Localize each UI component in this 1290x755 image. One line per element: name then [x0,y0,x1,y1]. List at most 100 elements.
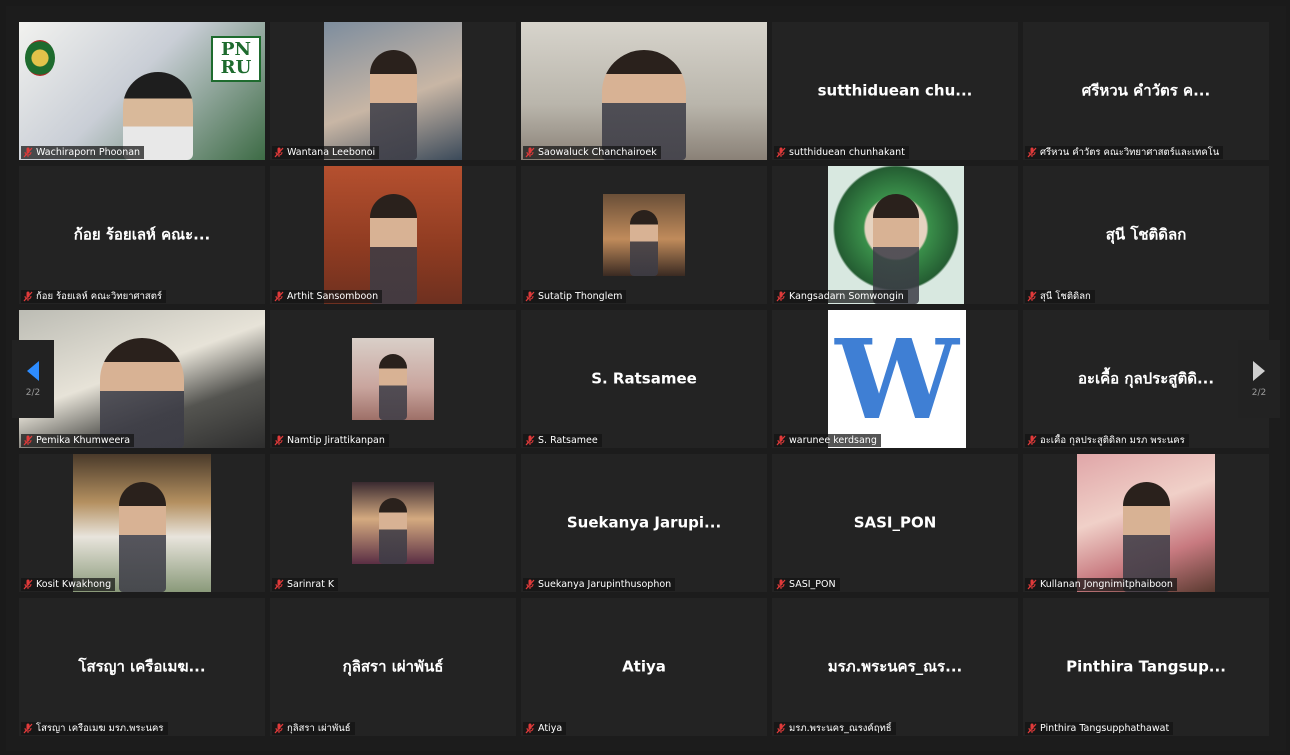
person-silhouette [119,482,166,592]
profile-picture [352,338,434,420]
participant-name-label: SASI_PON [774,578,840,591]
participant-name-label: อะเคื้อ กุลประสูติดิลก มรภ พระนคร [1025,434,1189,447]
participant-tile[interactable]: ก้อย ร้อยเลห์ คณะ... ก้อย ร้อยเลห์ คณะวิท… [19,166,265,304]
muted-mic-icon [1027,291,1037,302]
participant-tile[interactable]: Kosit Kwakhong [19,454,265,592]
participant-display-name: อะเคื้อ กุลประสูติดิ... [1077,369,1215,388]
participant-name-label: Sutatip Thonglem [523,290,627,303]
participant-name: Kullanan Jongnimitphaiboon [1040,579,1173,590]
participant-name-label: S. Ratsamee [523,434,602,447]
previous-page-button[interactable]: 2/2 [12,340,54,418]
participant-tile[interactable]: อะเคื้อ กุลประสูติดิ... อะเคื้อ กุลประสูต… [1023,310,1269,448]
profile-picture [324,166,462,304]
page-indicator-left: 2/2 [25,388,41,398]
muted-mic-icon [274,147,284,158]
pnru-logo: PN RU [211,36,261,82]
participant-name: Pemika Khumweera [36,435,131,446]
participant-name-label: Atiya [523,722,567,735]
person-silhouette [370,50,417,160]
muted-mic-icon [274,291,284,302]
participant-tile[interactable]: Kullanan Jongnimitphaiboon [1023,454,1269,592]
participant-name-label: Kullanan Jongnimitphaiboon [1025,578,1177,591]
participant-name-label: Namtip Jirattikanpan [272,434,389,447]
participant-name: sutthiduean chunhakant [789,147,905,158]
participant-tile[interactable]: PN RU Wachiraporn Phoonan [19,22,265,160]
participant-name: Sarinrat K [287,579,335,590]
muted-mic-icon [23,435,33,446]
participant-name: ศรีหวน คำวัตร คณะวิทยาศาสตร์และเทคโน [1040,147,1220,158]
person-silhouette [379,354,407,420]
next-page-button[interactable]: 2/2 [1238,340,1280,418]
muted-mic-icon [23,723,33,734]
muted-mic-icon [525,435,535,446]
profile-picture [1077,454,1215,592]
participant-name: ก้อย ร้อยเลห์ คณะวิทยาศาสตร์ [36,291,162,302]
participant-tile[interactable]: Wwarunee kerdsang [772,310,1018,448]
participant-name-label: ก้อย ร้อยเลห์ คณะวิทยาศาสตร์ [21,290,166,303]
participant-name-label: Arthit Sansomboon [272,290,383,303]
participant-tile[interactable]: Sutatip Thonglem [521,166,767,304]
muted-mic-icon [1027,723,1037,734]
participant-tile[interactable]: S. Ratsamee S. Ratsamee [521,310,767,448]
person-silhouette [873,194,919,304]
participant-tile[interactable]: Pinthira Tangsup... Pinthira Tangsupphath… [1023,598,1269,736]
participant-name: มรภ.พระนคร_ณรงค์ฤทธิ์ [789,723,892,734]
participant-name: Namtip Jirattikanpan [287,435,385,446]
muted-mic-icon [274,723,284,734]
participant-display-name: กุลิสรา เผ่าพันธ์ [342,657,444,676]
participant-tile[interactable]: Arthit Sansomboon [270,166,516,304]
muted-mic-icon [776,291,786,302]
participant-tile[interactable]: Atiya Atiya [521,598,767,736]
muted-mic-icon [23,579,33,590]
participant-name-label: กุลิสรา เผ่าพันธ์ [272,722,355,735]
page-indicator-right: 2/2 [1251,388,1267,398]
participant-name: Atiya [538,723,563,734]
participant-name-label: ศรีหวน คำวัตร คณะวิทยาศาสตร์และเทคโน [1025,146,1224,159]
participant-name: S. Ratsamee [538,435,598,446]
participant-tile[interactable]: โสรญา เครือเมฆ... โสรญา เครือเมฆ มรภ.พระน… [19,598,265,736]
participant-name-label: Pinthira Tangsupphathawat [1025,722,1174,735]
person-silhouette [370,194,417,304]
participant-name: SASI_PON [789,579,836,590]
arrow-left-icon [27,361,39,381]
participant-tile[interactable]: sutthiduean chu... sutthiduean chunhakant [772,22,1018,160]
participant-tile[interactable]: สุนี โชติดิลก สุนี โชติดิลก [1023,166,1269,304]
university-seal-icon [25,40,55,76]
participant-tile[interactable]: Kangsadarn Somwongin [772,166,1018,304]
participant-name-label: Sarinrat K [272,578,339,591]
muted-mic-icon [274,435,284,446]
participant-display-name: ก้อย ร้อยเลห์ คณะ... [73,225,211,244]
participant-name-label: Wantana Leebonoi [272,146,380,159]
participant-name: Pinthira Tangsupphathawat [1040,723,1170,734]
logo-line-2: RU [220,57,252,78]
participant-name-label: Wachiraporn Phoonan [21,146,145,159]
participant-tile[interactable]: Sarinrat K [270,454,516,592]
participant-name: Wantana Leebonoi [287,147,376,158]
participant-tile[interactable]: ศรีหวน คำวัตร ค... ศรีหวน คำวัตร คณะวิทยา… [1023,22,1269,160]
participant-tile[interactable]: Saowaluck Chanchairoek [521,22,767,160]
participant-tile[interactable]: กุลิสรา เผ่าพันธ์ กุลิสรา เผ่าพันธ์ [270,598,516,736]
participant-tile[interactable]: Pemika Khumweera [19,310,265,448]
gallery-view: PN RU Wachiraporn Phoonan Wantana Leebonoi S… [6,6,1286,751]
participant-tile[interactable]: SASI_PON SASI_PON [772,454,1018,592]
participant-tile[interactable]: Wantana Leebonoi [270,22,516,160]
participant-name-label: มรภ.พระนคร_ณรงค์ฤทธิ์ [774,722,896,735]
participant-tile[interactable]: มรภ.พระนคร_ณร... มรภ.พระนคร_ณรงค์ฤทธิ์ [772,598,1018,736]
muted-mic-icon [525,147,535,158]
participant-display-name: S. Ratsamee [591,369,697,388]
muted-mic-icon [1027,147,1037,158]
person-silhouette [379,498,407,564]
participant-name: Wachiraporn Phoonan [36,147,141,158]
participant-display-name: โสรญา เครือเมฆ... [78,657,206,676]
participant-tile[interactable]: Namtip Jirattikanpan [270,310,516,448]
profile-picture: W [828,310,966,448]
muted-mic-icon [525,291,535,302]
person-silhouette [602,50,686,160]
muted-mic-icon [776,435,786,446]
profile-picture [73,454,211,592]
muted-mic-icon [1027,435,1037,446]
participant-name-label: สุนี โชติดิลก [1025,290,1095,303]
participant-tile[interactable]: Suekanya Jarupi... Suekanya Jarupinthusop… [521,454,767,592]
participant-name: สุนี โชติดิลก [1040,291,1091,302]
participant-display-name: มรภ.พระนคร_ณร... [827,657,963,676]
